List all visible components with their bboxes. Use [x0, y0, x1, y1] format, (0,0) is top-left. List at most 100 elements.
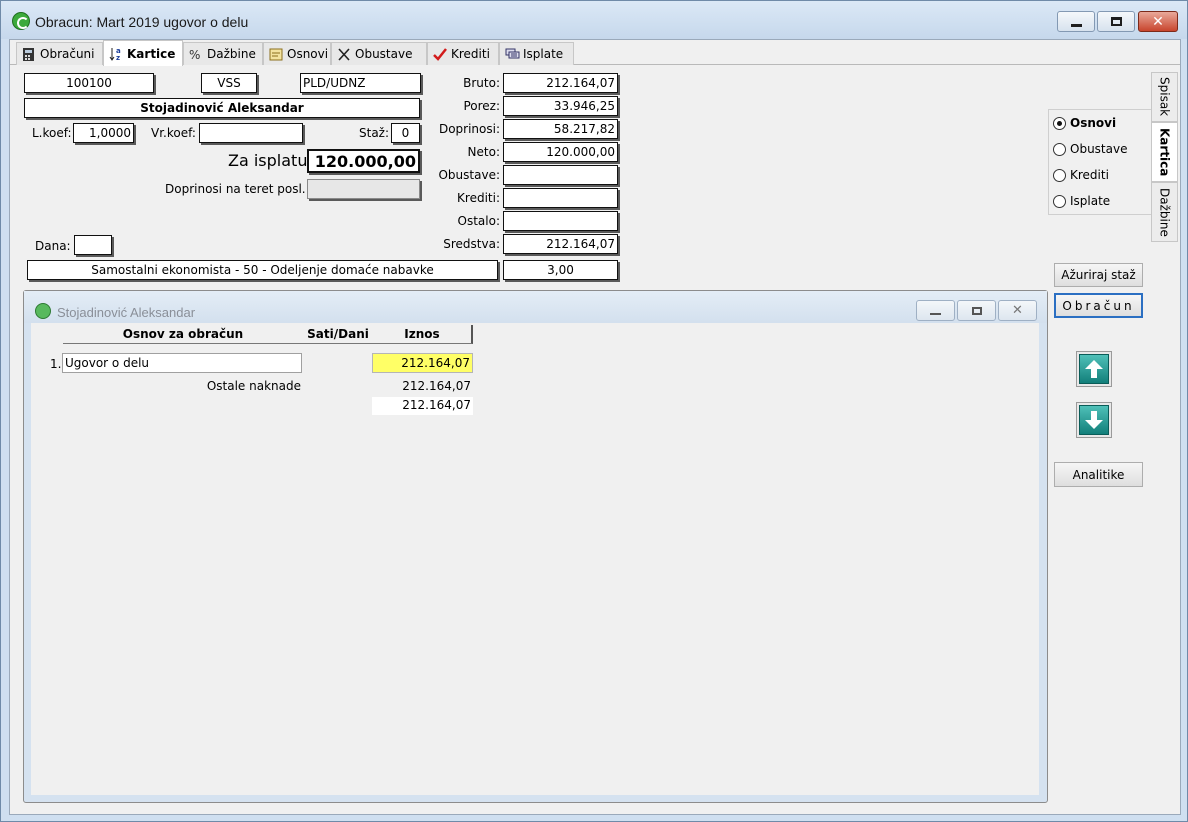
category-field[interactable]: PLD/UDNZ — [300, 73, 421, 93]
radio-osnovi[interactable]: Osnovi — [1053, 116, 1116, 130]
total-value: 212.164,07 — [372, 397, 473, 415]
doprinosi-poslodavac-field — [307, 179, 420, 199]
tab-label: Kartice — [127, 46, 176, 61]
radio-obustave[interactable]: Obustave — [1053, 142, 1127, 156]
azuriraj-staz-button[interactable]: Ažuriraj staž — [1054, 263, 1143, 287]
analitike-button[interactable]: Analitike — [1054, 462, 1143, 487]
tab-obracuni[interactable]: Obračuni — [16, 42, 103, 65]
child-minimize-button[interactable] — [916, 300, 955, 321]
tab-label: Osnovi — [287, 47, 329, 61]
vtab-label: Kartica — [1157, 127, 1172, 177]
maximize-icon — [1098, 12, 1134, 31]
porez-field[interactable]: 33.946,25 — [503, 96, 618, 116]
neto-label: Neto: — [467, 145, 500, 159]
vtab-kartica[interactable]: Kartica — [1151, 122, 1178, 182]
close-icon: ✕ — [1012, 303, 1023, 318]
osnov-name-field[interactable]: Ugovor o delu — [62, 353, 302, 373]
za-isplatu-label: Za isplatu: — [228, 151, 313, 170]
child-window: Stojadinović Aleksandar ✕ Osnov za obrač… — [23, 290, 1048, 803]
minimize-icon — [930, 312, 941, 315]
child-maximize-button[interactable] — [957, 300, 996, 321]
child-close-button[interactable]: ✕ — [998, 300, 1037, 321]
ostalo-field[interactable] — [503, 211, 618, 231]
radio-unchecked-icon — [1053, 142, 1066, 156]
close-button[interactable]: ✕ — [1138, 11, 1178, 32]
vertical-tab-bar: Spisak Kartica Dažbine — [1151, 72, 1178, 812]
maximize-icon — [971, 306, 982, 315]
column-header-osnov[interactable]: Osnov za obračun — [63, 325, 303, 344]
employee-code-field[interactable]: 100100 — [24, 73, 154, 93]
tab-isplate[interactable]: Isplate — [499, 42, 574, 65]
sredstva-field[interactable]: 212.164,07 — [503, 234, 618, 254]
radio-label: Krediti — [1070, 168, 1109, 182]
calculator-icon — [22, 47, 36, 61]
tab-label: Obustave — [355, 47, 413, 61]
krediti-field[interactable] — [503, 188, 618, 208]
krediti-label: Krediti: — [457, 191, 500, 205]
close-icon: ✕ — [1152, 13, 1164, 30]
bruto-field[interactable]: 212.164,07 — [503, 73, 618, 93]
tab-label: Dažbine — [207, 47, 256, 61]
tab-obustave[interactable]: Obustave — [331, 42, 427, 65]
tab-kartice[interactable]: az Kartice — [103, 40, 183, 66]
obustave-field[interactable] — [503, 165, 618, 185]
checkmark-icon — [433, 47, 447, 61]
staz-field[interactable]: 0 — [391, 123, 420, 143]
vrkoef-field[interactable] — [199, 123, 303, 143]
column-header-sati[interactable]: Sati/Dani — [303, 325, 373, 344]
minimize-button[interactable] — [1057, 11, 1095, 32]
vrkoef-label: Vr.koef: — [151, 126, 196, 140]
tab-krediti[interactable]: Krediti — [427, 42, 499, 65]
main-window: Obracun: Mart 2019 ugovor o delu ✕ Obrač… — [0, 0, 1188, 822]
vtab-dazbine[interactable]: Dažbine — [1151, 182, 1178, 242]
department-field[interactable]: Samostalni ekonomista - 50 - Odeljenje d… — [27, 260, 498, 280]
document-icon — [269, 48, 283, 61]
row-number: 1. — [50, 357, 62, 371]
move-down-button[interactable] — [1076, 402, 1112, 438]
ostale-naknade-label: Ostale naknade — [206, 379, 301, 393]
window-title: Obracun: Mart 2019 ugovor o delu — [35, 14, 249, 30]
arrow-up-icon — [1079, 354, 1109, 384]
app-logo-icon — [12, 12, 30, 30]
vtab-label: Spisak — [1157, 77, 1172, 117]
tab-dazbine[interactable]: % Dažbine — [183, 42, 263, 65]
percent-icon: % — [189, 47, 201, 62]
lkoef-label: L.koef: — [32, 126, 72, 140]
porez-label: Porez: — [463, 99, 500, 113]
iznos-field[interactable]: 212.164,07 — [372, 353, 473, 373]
doprinosi-field[interactable]: 58.217,82 — [503, 119, 618, 139]
radio-label: Osnovi — [1070, 116, 1117, 130]
radio-label: Isplate — [1070, 194, 1111, 208]
radio-krediti[interactable]: Krediti — [1053, 168, 1109, 182]
sredstva-label: Sredstva: — [443, 237, 500, 251]
qualification-field[interactable]: VSS — [201, 73, 257, 93]
vtab-spisak[interactable]: Spisak — [1151, 72, 1178, 122]
lkoef-field[interactable]: 1,0000 — [73, 123, 134, 143]
radio-isplate[interactable]: Isplate — [1053, 194, 1110, 208]
move-up-button[interactable] — [1076, 351, 1112, 387]
tab-osnovi[interactable]: Osnovi — [263, 42, 331, 65]
employee-name-field[interactable]: Stojadinović Aleksandar — [24, 98, 420, 118]
obracun-button[interactable]: Obračun — [1054, 293, 1143, 318]
column-header-iznos[interactable]: Iznos — [373, 325, 473, 344]
maximize-button[interactable] — [1097, 11, 1135, 32]
bruto-label: Bruto: — [463, 76, 500, 90]
tab-label: Krediti — [451, 47, 490, 61]
radio-label: Obustave — [1070, 142, 1128, 156]
child-window-title: Stojadinović Aleksandar — [57, 305, 196, 320]
child-title-bar: Stojadinović Aleksandar ✕ — [24, 291, 1047, 323]
radio-checked-icon — [1053, 116, 1066, 130]
dana-field[interactable] — [74, 235, 112, 255]
view-radio-group: Osnovi Obustave Krediti Isplate — [1048, 109, 1152, 215]
za-isplatu-field[interactable]: 120.000,00 — [307, 149, 420, 173]
minimize-icon — [1058, 12, 1094, 31]
sort-az-icon: az — [109, 47, 123, 62]
department-value-field[interactable]: 3,00 — [503, 260, 618, 280]
x-icon — [337, 47, 351, 61]
doprinosi-label: Doprinosi: — [438, 122, 500, 136]
staz-label: Staž: — [359, 126, 390, 140]
ostalo-label: Ostalo: — [457, 214, 500, 228]
neto-field[interactable]: 120.000,00 — [503, 142, 618, 162]
ostale-naknade-value: 212.164,07 — [402, 379, 471, 393]
doprinosi-poslodavac-label: Doprinosi na teret posl.: — [165, 182, 310, 196]
